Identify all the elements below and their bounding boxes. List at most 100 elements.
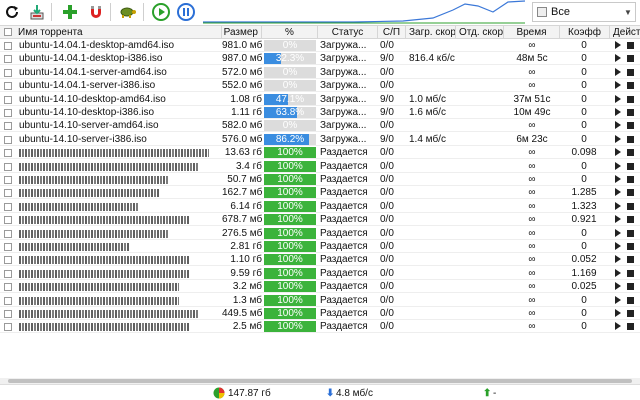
col-seeds-peers[interactable]: С/П — [378, 26, 406, 39]
start-icon[interactable] — [615, 108, 621, 116]
row-checkbox[interactable] — [4, 189, 12, 198]
row-checkbox[interactable] — [4, 243, 12, 251]
stop-icon[interactable] — [627, 189, 634, 197]
row-checkbox[interactable] — [4, 149, 12, 158]
row-checkbox[interactable] — [4, 269, 12, 278]
stop-icon[interactable] — [627, 68, 634, 76]
row-checkbox[interactable] — [4, 256, 12, 265]
plus-icon[interactable] — [60, 2, 80, 22]
col-time[interactable]: Время — [504, 26, 560, 39]
start-icon[interactable] — [615, 41, 621, 49]
row-checkbox[interactable] — [4, 95, 12, 104]
start-icon[interactable] — [615, 148, 621, 157]
start-icon[interactable] — [615, 282, 621, 291]
start-icon[interactable] — [615, 161, 621, 170]
table-row[interactable]: ubuntu-14.04.1-desktop-i386.iso 987.0 мб… — [0, 52, 640, 66]
refresh-icon[interactable] — [2, 2, 22, 22]
start-icon[interactable] — [615, 295, 621, 304]
scrollbar-thumb[interactable] — [8, 379, 632, 383]
row-checkbox[interactable] — [4, 229, 12, 238]
table-row[interactable]: 1.10 гб 100% Раздается 0/0 ∞ 0.052 — [0, 253, 640, 267]
stop-icon[interactable] — [627, 162, 634, 170]
row-checkbox[interactable] — [4, 296, 12, 305]
col-percent[interactable]: % — [262, 26, 318, 39]
row-checkbox[interactable] — [4, 42, 12, 50]
row-checkbox[interactable] — [4, 310, 12, 318]
stop-icon[interactable] — [627, 256, 634, 264]
row-checkbox[interactable] — [4, 82, 12, 91]
row-checkbox[interactable] — [4, 323, 12, 332]
stop-icon[interactable] — [627, 229, 634, 237]
table-row[interactable]: 2.81 гб 100% Раздается 0/0 ∞ 0 — [0, 240, 640, 253]
start-icon[interactable] — [615, 121, 621, 130]
start-icon[interactable] — [615, 242, 621, 250]
row-checkbox[interactable] — [4, 55, 12, 64]
row-checkbox[interactable] — [4, 283, 12, 292]
start-icon[interactable] — [615, 215, 621, 224]
play-circle-icon[interactable] — [151, 2, 171, 22]
table-row[interactable]: 1.3 мб 100% Раздается 0/0 ∞ 0 — [0, 294, 640, 307]
start-icon[interactable] — [615, 255, 621, 264]
row-checkbox[interactable] — [4, 216, 12, 225]
stop-icon[interactable] — [627, 149, 634, 157]
table-row[interactable]: ubuntu-14.04.1-desktop-amd64.iso 981.0 м… — [0, 39, 640, 52]
table-row[interactable]: 678.7 мб 100% Раздается 0/0 ∞ 0.921 — [0, 213, 640, 227]
start-icon[interactable] — [615, 201, 621, 210]
stop-icon[interactable] — [627, 176, 634, 183]
start-icon[interactable] — [615, 134, 621, 143]
row-checkbox[interactable] — [4, 122, 12, 131]
stop-icon[interactable] — [627, 135, 634, 143]
table-row[interactable]: ubuntu-14.04.1-server-i386.iso 552.0 мб … — [0, 79, 640, 93]
table-row[interactable]: 3.2 мб 100% Раздается 0/0 ∞ 0.025 — [0, 280, 640, 294]
stop-icon[interactable] — [627, 122, 634, 130]
stop-icon[interactable] — [627, 216, 634, 224]
row-checkbox[interactable] — [4, 202, 12, 211]
start-icon[interactable] — [615, 309, 621, 317]
stop-icon[interactable] — [627, 296, 634, 304]
start-icon[interactable] — [615, 67, 621, 76]
select-all-checkbox[interactable] — [4, 28, 12, 36]
turtle-icon[interactable] — [118, 2, 138, 22]
table-row[interactable]: 162.7 мб 100% Раздается 0/0 ∞ 1.285 — [0, 186, 640, 200]
start-icon[interactable] — [615, 188, 621, 197]
table-row[interactable]: 449.5 мб 100% Раздается 0/0 ∞ 0 — [0, 307, 640, 320]
col-download-speed[interactable]: Загр. скор — [406, 26, 456, 39]
table-row[interactable]: ubuntu-14.10-desktop-amd64.iso 1.08 гб 4… — [0, 93, 640, 106]
stop-icon[interactable] — [627, 82, 634, 90]
table-row[interactable]: 276.5 мб 100% Раздается 0/0 ∞ 0 — [0, 227, 640, 240]
stop-icon[interactable] — [627, 42, 634, 49]
row-checkbox[interactable] — [4, 109, 12, 117]
table-row[interactable]: 13.63 гб 100% Раздается 0/0 ∞ 0.098 — [0, 146, 640, 160]
col-actions[interactable]: Дейст — [610, 26, 640, 39]
stop-icon[interactable] — [627, 55, 634, 63]
table-row[interactable]: ubuntu-14.10-server-i386.iso 576.0 мб 86… — [0, 133, 640, 146]
row-checkbox[interactable] — [4, 135, 12, 144]
table-row[interactable]: 9.59 гб 100% Раздается 0/0 ∞ 1.169 — [0, 267, 640, 280]
col-name[interactable]: Имя торрента — [15, 26, 222, 39]
table-row[interactable]: 3.4 гб 100% Раздается 0/0 ∞ 0 — [0, 160, 640, 173]
start-icon[interactable] — [615, 268, 621, 277]
table-row[interactable]: ubuntu-14.10-desktop-i386.iso 1.11 гб 63… — [0, 106, 640, 119]
start-icon[interactable] — [615, 94, 621, 103]
stop-icon[interactable] — [627, 323, 634, 331]
start-icon[interactable] — [615, 228, 621, 237]
stop-icon[interactable] — [627, 310, 634, 317]
table-row[interactable]: 2.5 мб 100% Раздается 0/0 ∞ 0 — [0, 320, 640, 334]
col-upload-speed[interactable]: Отд. скор — [456, 26, 504, 39]
table-row[interactable]: ubuntu-14.04.1-server-amd64.iso 572.0 мб… — [0, 66, 640, 79]
row-checkbox[interactable] — [4, 162, 12, 171]
table-row[interactable]: 50.7 мб 100% Раздается 0/0 ∞ 0 — [0, 173, 640, 186]
start-icon[interactable] — [615, 322, 621, 331]
add-file-icon[interactable] — [27, 2, 47, 22]
col-size[interactable]: Размер — [222, 26, 262, 39]
stop-icon[interactable] — [627, 283, 634, 291]
stop-icon[interactable] — [627, 243, 634, 250]
pause-circle-icon[interactable] — [176, 2, 196, 22]
row-checkbox[interactable] — [4, 176, 12, 184]
table-row[interactable]: 6.14 гб 100% Раздается 0/0 ∞ 1.323 — [0, 200, 640, 213]
magnet-icon[interactable] — [86, 2, 106, 22]
col-status[interactable]: Статус — [318, 26, 378, 39]
col-ratio[interactable]: Коэфф — [560, 26, 610, 39]
row-checkbox[interactable] — [4, 68, 12, 77]
start-icon[interactable] — [615, 175, 621, 183]
